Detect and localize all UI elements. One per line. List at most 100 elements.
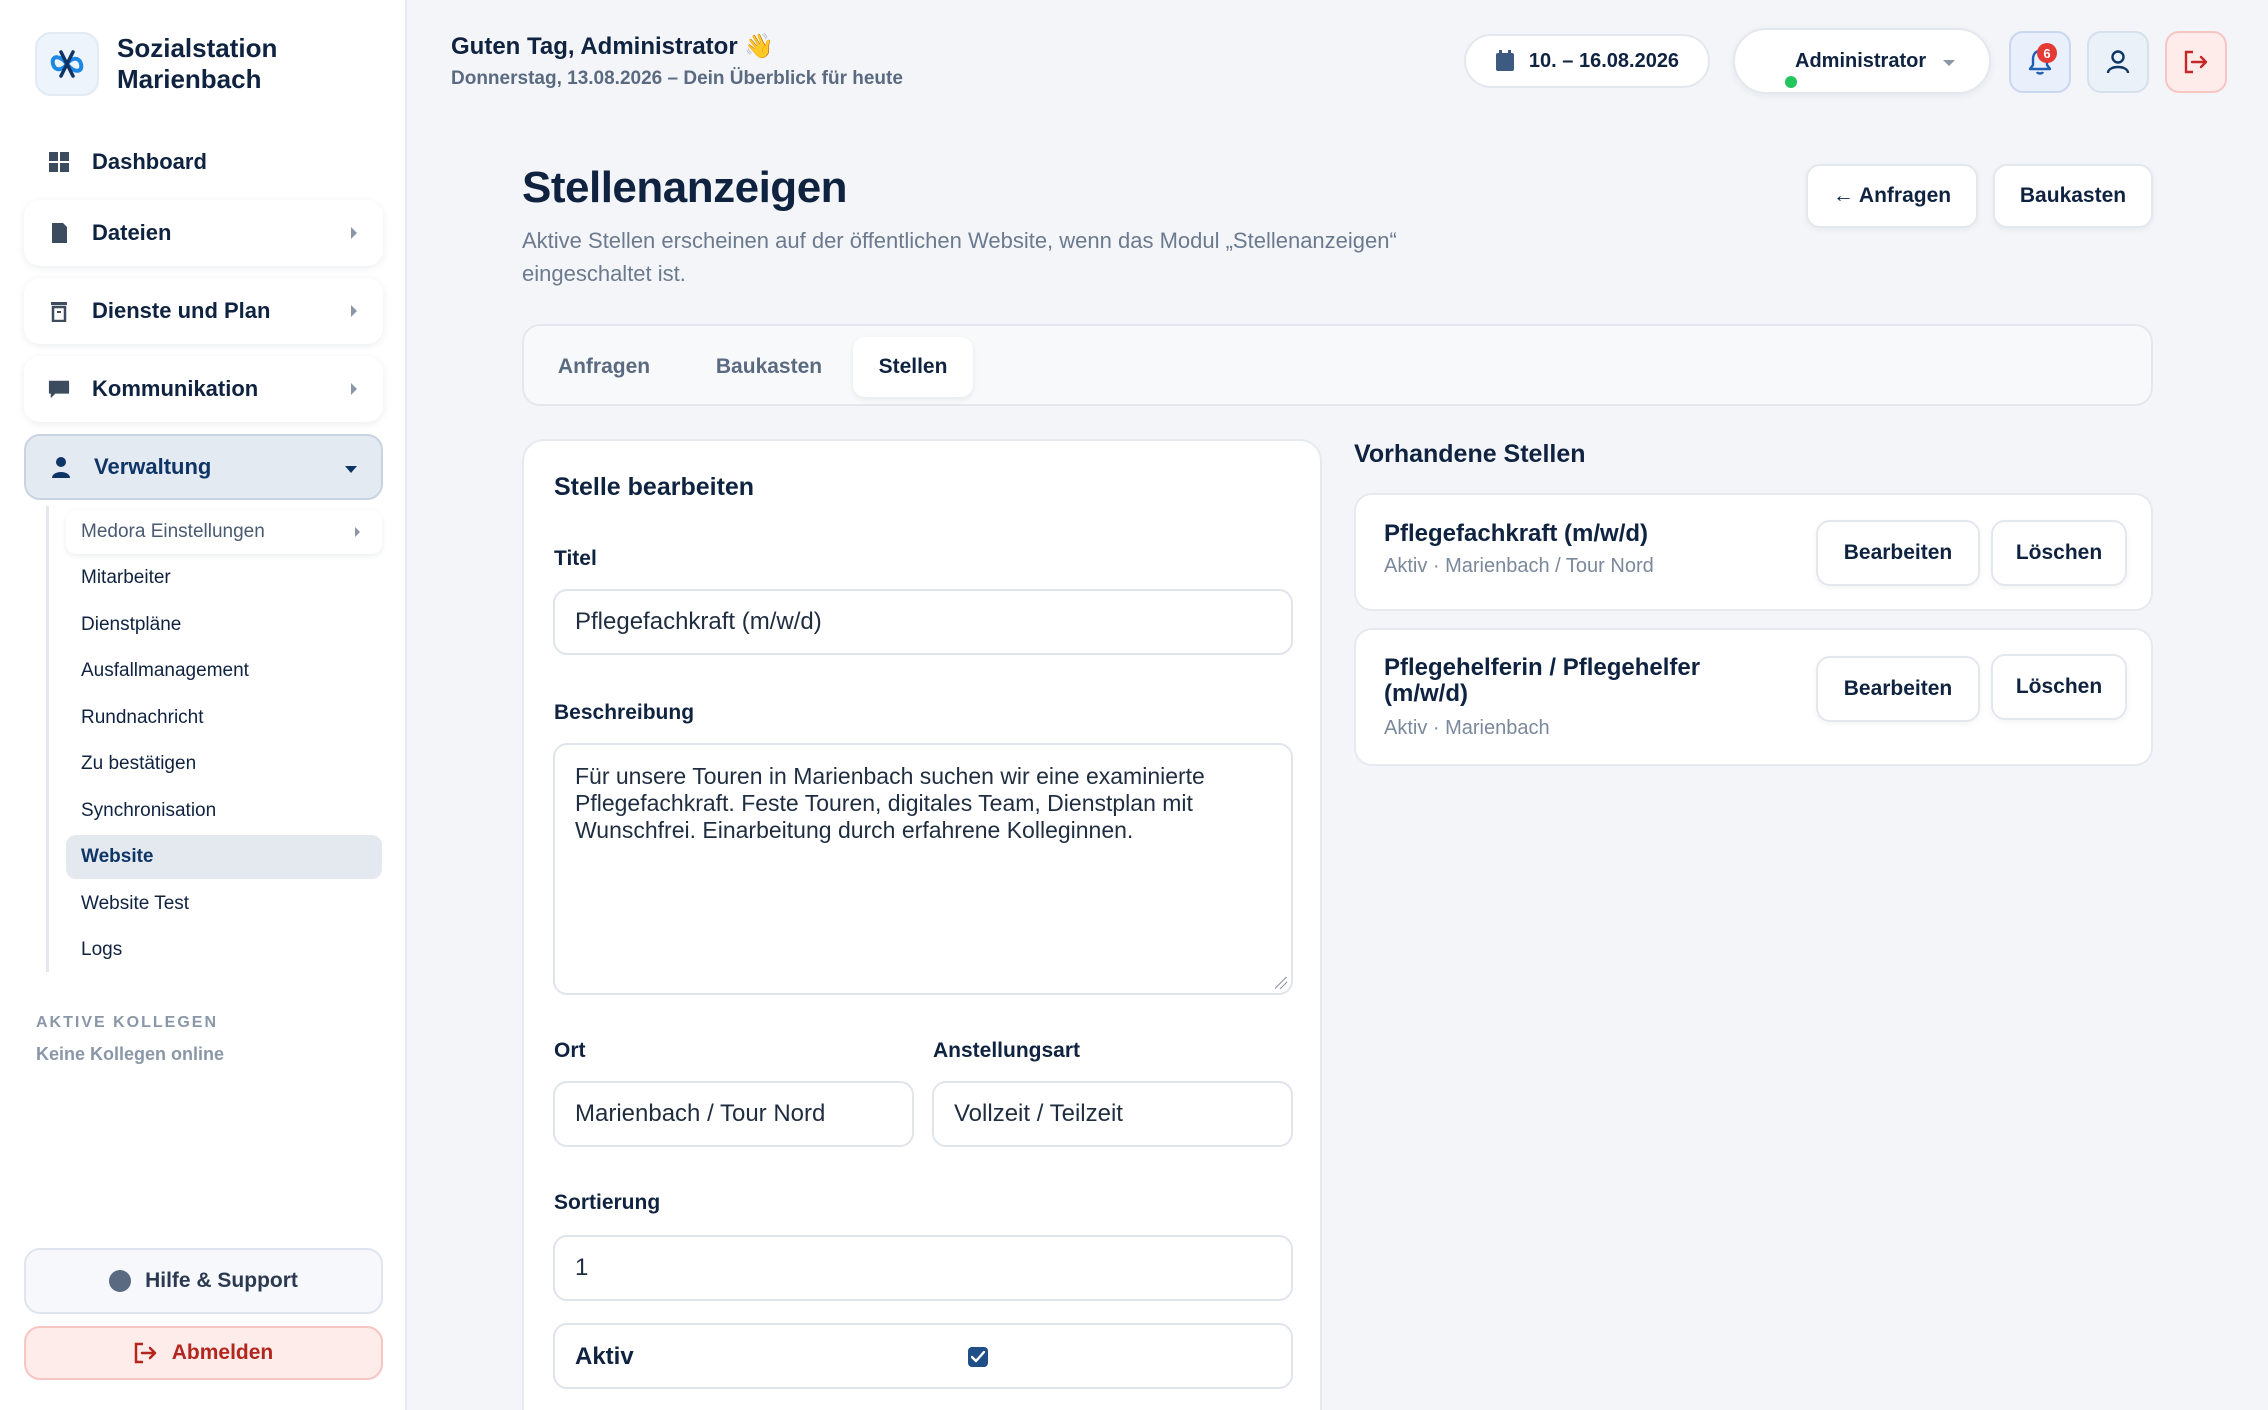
subnav-item-mitarbeiter[interactable]: Mitarbeiter <box>66 556 382 600</box>
subnav-item-label: Zu bestätigen <box>81 753 197 774</box>
ort-label: Ort <box>554 1039 586 1062</box>
help-icon <box>109 1270 132 1292</box>
nav-item-label: Dienste und Plan <box>92 298 271 323</box>
edit-job-card: Stelle bearbeiten Titel Pflegefachkraft … <box>522 439 1322 1410</box>
subnav-item-logs[interactable]: Logs <box>66 928 382 972</box>
sortierung-input[interactable]: 1 <box>553 1235 1293 1301</box>
subnav-line <box>46 506 49 972</box>
grid-icon <box>48 151 70 173</box>
wave-icon: 👋 <box>744 33 775 60</box>
baukasten-button[interactable]: Baukasten <box>1993 164 2153 228</box>
subnav-item-label: Logs <box>81 939 123 960</box>
user-menu[interactable]: Administrator <box>1733 28 1991 94</box>
greeting: Guten Tag, Administrator 👋 <box>451 32 774 61</box>
tab-stellen[interactable]: Stellen <box>853 337 973 397</box>
job-title: Pflegefachkraft (m/w/d) <box>1384 520 1649 547</box>
job-meta: Aktiv · Marienbach / Tour Nord <box>1384 555 1654 577</box>
logout-icon <box>134 1342 158 1364</box>
chevron-right-icon <box>355 527 360 537</box>
nav-dashboard[interactable]: Dashboard <box>48 142 207 182</box>
user-name: Administrator <box>1795 50 1927 72</box>
edit-button[interactable]: Bearbeiten <box>1816 656 1980 722</box>
job-item: Pflegefachkraft (m/w/d) Aktiv · Marienba… <box>1354 493 2153 611</box>
edit-job-title: Stelle bearbeiten <box>554 473 755 501</box>
chat-icon <box>48 378 70 400</box>
date-range-picker[interactable]: 10. – 16.08.2026 <box>1464 34 1710 88</box>
brand[interactable]: Sozialstation Marienbach <box>35 32 337 96</box>
edit-button[interactable]: Bearbeiten <box>1816 520 1980 586</box>
brand-name: Sozialstation Marienbach <box>117 33 337 95</box>
aktiv-row: Aktiv <box>553 1323 1293 1389</box>
online-status-icon <box>1785 76 1797 88</box>
subnav-item-bestaetigen[interactable]: Zu bestätigen <box>66 742 382 786</box>
help-button[interactable]: Hilfe & Support <box>24 1248 383 1314</box>
subnav-item-label: Medora Einstellungen <box>81 521 265 542</box>
subnav-item-label: Dienstpläne <box>81 614 182 635</box>
job-title: Pflegehelferin / Pflegehelfer (m/w/d) <box>1384 654 1701 707</box>
aktiv-checkbox[interactable] <box>968 1347 988 1367</box>
beschreibung-textarea[interactable]: Für unsere Touren in Marienbach suchen w… <box>553 743 1293 995</box>
subnav-item-dienstplaene[interactable]: Dienstpläne <box>66 603 382 647</box>
job-meta: Aktiv · Marienbach <box>1384 717 1550 739</box>
exit-button[interactable] <box>2165 31 2227 93</box>
caret-down-icon <box>1943 60 1955 66</box>
tab-baukasten[interactable]: Baukasten <box>692 337 846 397</box>
notifications-button[interactable]: 6 <box>2009 31 2071 93</box>
titel-label: Titel <box>554 547 597 570</box>
user-icon <box>2106 50 2130 74</box>
subnav-item-website[interactable]: Website <box>66 835 382 879</box>
aktiv-label: Aktiv <box>575 1343 634 1370</box>
chevron-down-icon <box>345 466 357 473</box>
page-description: Aktive Stellen erscheinen auf der öffent… <box>522 228 1397 286</box>
help-button-label: Hilfe & Support <box>145 1269 298 1292</box>
logout-button-label: Abmelden <box>171 1341 274 1364</box>
nav-item-dateien[interactable]: Dateien <box>24 200 383 266</box>
existing-jobs-title: Vorhandene Stellen <box>1354 440 1586 468</box>
nav-item-label: Verwaltung <box>94 454 212 479</box>
greeting-text: Guten Tag, Administrator <box>451 33 738 60</box>
nav-item-label: Dateien <box>92 220 172 245</box>
calendar-icon <box>1495 50 1515 72</box>
anstellungsart-input[interactable]: Vollzeit / Teilzeit <box>932 1081 1293 1147</box>
checkmark-icon <box>971 1351 985 1363</box>
sortierung-label: Sortierung <box>554 1191 661 1214</box>
anfragen-button[interactable]: ← Anfragen <box>1806 164 1978 228</box>
chevron-right-icon <box>351 305 357 317</box>
greeting-subtitle: Donnerstag, 13.08.2026 – Dein Überblick … <box>451 68 903 89</box>
logout-button[interactable]: Abmelden <box>24 1326 383 1380</box>
subnav-item-ausfall[interactable]: Ausfallmanagement <box>66 649 382 693</box>
subnav-item-website-test[interactable]: Website Test <box>66 882 382 926</box>
colleagues-status: Keine Kollegen online <box>36 1044 225 1064</box>
nav-item-verwaltung[interactable]: Verwaltung <box>24 434 383 500</box>
titel-input[interactable]: Pflegefachkraft (m/w/d) <box>553 589 1293 655</box>
nav-item-kommunikation[interactable]: Kommunikation <box>24 356 383 422</box>
nav-item-label: Kommunikation <box>92 376 259 401</box>
subnav-item-rundnachricht[interactable]: Rundnachricht <box>66 696 382 740</box>
subnav-item-label: Ausfallmanagement <box>81 660 249 681</box>
job-item: Pflegehelferin / Pflegehelfer (m/w/d) Ak… <box>1354 628 2153 766</box>
colleagues-heading: AKTIVE KOLLEGEN <box>36 1014 219 1031</box>
tab-bar: Anfragen Baukasten Stellen <box>522 324 2153 406</box>
anstellungsart-label: Anstellungsart <box>933 1039 1081 1062</box>
logo-icon <box>35 32 99 96</box>
delete-button[interactable]: Löschen <box>1991 520 2127 586</box>
brand-name-line2: Marienbach <box>117 64 262 94</box>
subnav-item-label: Synchronisation <box>81 800 217 821</box>
top-header: Guten Tag, Administrator 👋 Donnerstag, 1… <box>409 0 2268 124</box>
nav-item-dienste[interactable]: Dienste und Plan <box>24 278 383 344</box>
subnav-item-label: Website <box>81 846 154 867</box>
trash-icon <box>48 300 70 322</box>
brand-name-line1: Sozialstation <box>117 33 278 63</box>
subnav-item-sync[interactable]: Synchronisation <box>66 789 382 833</box>
profile-button[interactable] <box>2087 31 2149 93</box>
notification-badge: 6 <box>2037 43 2057 63</box>
sidebar: Sozialstation Marienbach Dashboard Datei… <box>0 0 407 1410</box>
logout-icon <box>2184 50 2208 74</box>
subnav-item-medora[interactable]: Medora Einstellungen <box>66 510 382 554</box>
chevron-right-icon <box>351 227 357 239</box>
tab-anfragen[interactable]: Anfragen <box>536 337 672 397</box>
delete-button[interactable]: Löschen <box>1991 654 2127 720</box>
resize-handle-icon[interactable] <box>1275 977 1287 989</box>
file-icon <box>48 222 70 244</box>
ort-input[interactable]: Marienbach / Tour Nord <box>553 1081 914 1147</box>
